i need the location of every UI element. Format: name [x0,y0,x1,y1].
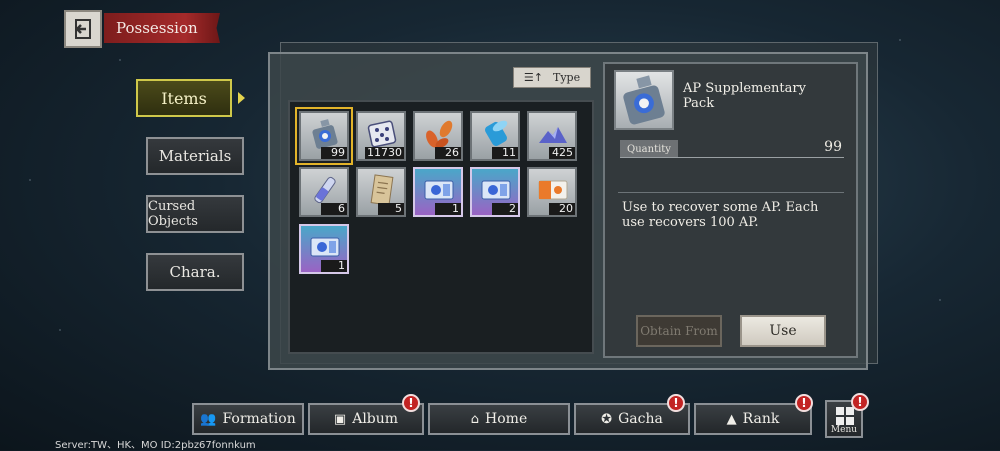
back-button[interactable] [64,10,102,48]
item-quantity: 425 [549,147,575,159]
sort-type-label: Type [552,71,581,84]
item-slot[interactable]: 5 [356,167,406,217]
item-slot[interactable]: 1 [299,224,349,274]
tab-cursed-objects[interactable]: Cursed Objects [146,195,244,233]
item-slot[interactable]: 425 [527,111,577,161]
nav-rank-button[interactable]: ▲ Rank [694,403,812,435]
quantity-divider [620,157,844,158]
item-slot[interactable]: 26 [413,111,463,161]
tab-materials[interactable]: Materials [146,137,244,175]
ticket-icon [481,180,511,200]
detail-item-name: AP Supplementary Pack [683,81,806,111]
gacha-icon: ✪ [601,411,613,427]
album-icon: ▣ [333,411,347,427]
item-slot[interactable]: 11 [470,111,520,161]
item-quantity: 1 [435,203,461,215]
item-quantity: 5 [378,203,404,215]
active-tab-arrow-icon [238,92,245,104]
detail-item-icon-frame [614,70,674,130]
item-slot[interactable]: 99 [299,111,349,161]
home-icon: ⌂ [470,411,480,427]
nav-home-label: Home [485,411,528,427]
menu-grid-icon [836,407,854,425]
nav-rank-label: Rank [742,411,780,427]
item-quantity: 20 [549,203,575,215]
use-button[interactable]: Use [740,315,826,347]
item-slot[interactable]: 2 [470,167,520,217]
sort-type-button[interactable]: ☰↑ Type [513,67,591,88]
page-title: Possession [104,13,220,43]
ticket-icon [424,180,454,200]
album-notification-badge: ! [402,394,420,412]
item-slot[interactable]: 11730 [356,111,406,161]
menu-label: Menu [830,425,858,435]
item-quantity: 11730 [365,146,404,159]
quantity-value: 99 [824,139,842,155]
sort-icon: ☰↑ [523,71,543,84]
server-info: Server:TW、HK、MO ID:2pbz67fonnkum [55,440,256,451]
nav-formation-button[interactable]: 👥 Formation [192,403,304,435]
formation-icon: 👥 [200,411,217,427]
scroll-icon [370,174,394,206]
gacha-notification-badge: ! [667,394,685,412]
item-description: Use to recover some AP. Each use recover… [622,200,819,230]
rank-notification-badge: ! [795,394,813,412]
item-quantity: 99 [321,147,347,159]
quantity-label: Quantity [620,140,678,158]
nav-gacha-label: Gacha [618,411,663,427]
item-slot[interactable]: 1 [413,167,463,217]
item-slot[interactable]: 6 [299,167,349,217]
vial-icon [314,176,336,204]
item-quantity: 2 [492,203,518,215]
nav-home-button[interactable]: ⌂ Home [428,403,570,435]
tab-chara[interactable]: Chara. [146,253,244,291]
ticket-icon [310,237,340,257]
ap-pack-icon [623,75,665,125]
item-quantity: 11 [492,147,518,159]
item-slot[interactable]: 20 [527,167,577,217]
menu-notification-badge: ! [851,393,869,411]
back-arrow-icon [75,19,91,39]
description-divider [618,192,844,193]
obtain-from-button[interactable]: Obtain From [636,315,722,347]
nav-formation-label: Formation [222,411,296,427]
tab-items[interactable]: Items [136,79,232,117]
nav-album-label: Album [352,411,399,427]
rank-icon: ▲ [726,411,737,427]
item-quantity: 6 [321,203,347,215]
item-quantity: 1 [321,260,347,272]
item-quantity: 26 [435,147,461,159]
